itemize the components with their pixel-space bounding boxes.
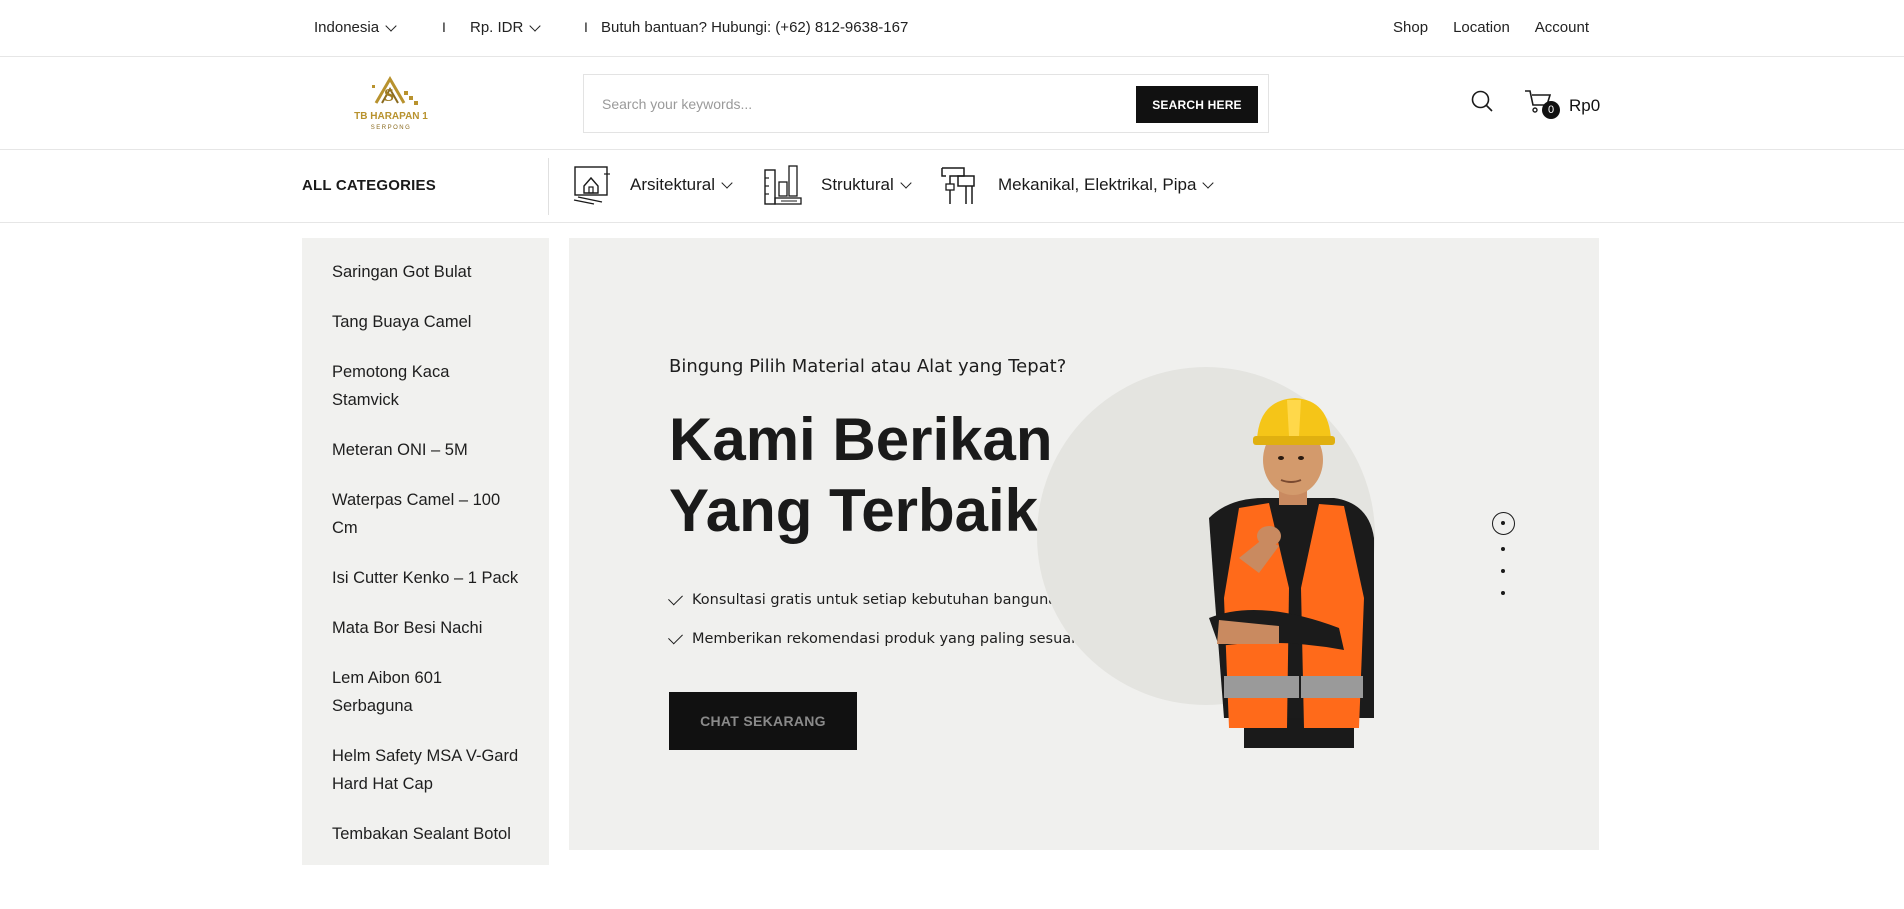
hero-slider: Bingung Pilih Material atau Alat yang Te… — [569, 238, 1599, 850]
check-icon — [668, 590, 683, 605]
top-nav: Shop Location Account — [1393, 19, 1589, 36]
sidebar-item[interactable]: Saringan Got Bulat — [332, 258, 519, 286]
svg-text:S: S — [384, 85, 394, 105]
all-categories-toggle[interactable]: ALL CATEGORIES — [302, 177, 436, 194]
sidebar-item[interactable]: Mata Bor Besi Nachi — [332, 614, 519, 642]
category-label: Mekanikal, Elektrikal, Pipa — [998, 175, 1197, 194]
sidebar-item[interactable]: Meteran ONI – 5M — [332, 436, 519, 464]
slide-dot[interactable] — [1501, 547, 1505, 551]
logo-text: TB HARAPAN 1 — [354, 111, 428, 122]
chat-now-button[interactable]: CHAT SEKARANG — [669, 692, 857, 750]
currency-selector[interactable]: Rp. IDR — [470, 19, 542, 36]
sidebar-item[interactable]: Lem Aibon 601 Serbaguna — [332, 664, 519, 720]
search-box: SEARCH HERE — [583, 74, 1269, 133]
category-bar: ALL CATEGORIES Arsitektural Struktural M… — [0, 150, 1904, 223]
chevron-down-icon — [1202, 176, 1215, 189]
search-icon[interactable] — [1470, 89, 1494, 113]
logo-mark: S TB HARAPAN 1 SERPONG — [354, 76, 428, 131]
check-icon — [668, 629, 683, 644]
currency-label: Rp. IDR — [470, 19, 524, 36]
search-button[interactable]: SEARCH HERE — [1136, 86, 1258, 123]
search-input[interactable] — [602, 87, 1122, 121]
category-mekanikal-elektrikal-pipa[interactable]: Mekanikal, Elektrikal, Pipa — [940, 164, 1215, 206]
chevron-down-icon — [529, 19, 542, 32]
slide-dot[interactable] — [1501, 569, 1505, 573]
country-label: Indonesia — [314, 19, 380, 36]
chevron-down-icon — [900, 176, 912, 189]
help-text: Butuh bantuan? Hubungi: (+62) 812-9638-1… — [601, 19, 909, 36]
logo-subtext: SERPONG — [371, 125, 412, 131]
category-arsitektural[interactable]: Arsitektural — [572, 164, 733, 206]
sidebar-item[interactable]: Pemotong Kaca Stamvick — [332, 358, 519, 414]
feature-item: Konsultasi gratis untuk setiap kebutuhan… — [668, 590, 1071, 608]
nav-shop[interactable]: Shop — [1393, 19, 1428, 36]
slide-dot-active[interactable] — [1492, 512, 1515, 535]
sidebar-item[interactable]: Isi Cutter Kenko – 1 Pack — [332, 564, 519, 592]
top-bar: Indonesia I Rp. IDR I Butuh bantuan? Hub… — [0, 0, 1904, 57]
chevron-down-icon — [721, 176, 733, 189]
structural-icon — [764, 165, 802, 205]
hero-headline: Kami Berikan Yang Terbaik! — [669, 406, 1059, 544]
sidebar-item[interactable]: Waterpas Camel – 100 Cm — [332, 486, 519, 542]
nav-location[interactable]: Location — [1453, 19, 1510, 36]
hero-subtitle: Bingung Pilih Material atau Alat yang Te… — [669, 356, 1067, 377]
help-contact[interactable]: Butuh bantuan? Hubungi: (+62) 812-9638-1… — [601, 19, 908, 36]
nav-account[interactable]: Account — [1535, 19, 1589, 36]
chevron-down-icon — [385, 19, 397, 32]
feature-text: Memberikan rekomendasi produk yang palin… — [692, 631, 1080, 647]
sidebar-item[interactable]: Helm Safety MSA V-Gard Hard Hat Cap — [332, 742, 519, 798]
category-label: Arsitektural — [630, 175, 716, 194]
divider: I — [442, 19, 446, 35]
cart-count-badge: 0 — [1542, 101, 1560, 119]
feature-text: Konsultasi gratis untuk setiap kebutuhan… — [692, 592, 1071, 608]
country-selector[interactable]: Indonesia — [314, 19, 397, 36]
cart-total[interactable]: Rp0 — [1569, 96, 1600, 116]
divider: I — [584, 19, 588, 35]
slide-dot[interactable] — [1501, 591, 1505, 595]
sidebar-item[interactable]: Tang Buaya Camel — [332, 308, 519, 336]
category-label: Struktural — [821, 175, 894, 194]
sidebar-item[interactable]: Tembakan Sealant Botol — [332, 820, 519, 848]
divider — [548, 158, 549, 215]
architecture-icon — [573, 166, 610, 205]
logo[interactable]: S TB HARAPAN 1 SERPONG — [346, 71, 436, 137]
category-struktural[interactable]: Struktural — [763, 164, 912, 206]
header: S TB HARAPAN 1 SERPONG SEARCH HERE 0 Rp0 — [0, 57, 1904, 150]
sidebar-product-list: Saringan Got Bulat Tang Buaya Camel Pemo… — [302, 238, 549, 865]
worker-image — [1209, 398, 1374, 748]
feature-item: Memberikan rekomendasi produk yang palin… — [668, 629, 1080, 647]
pipe-icon — [941, 167, 975, 204]
